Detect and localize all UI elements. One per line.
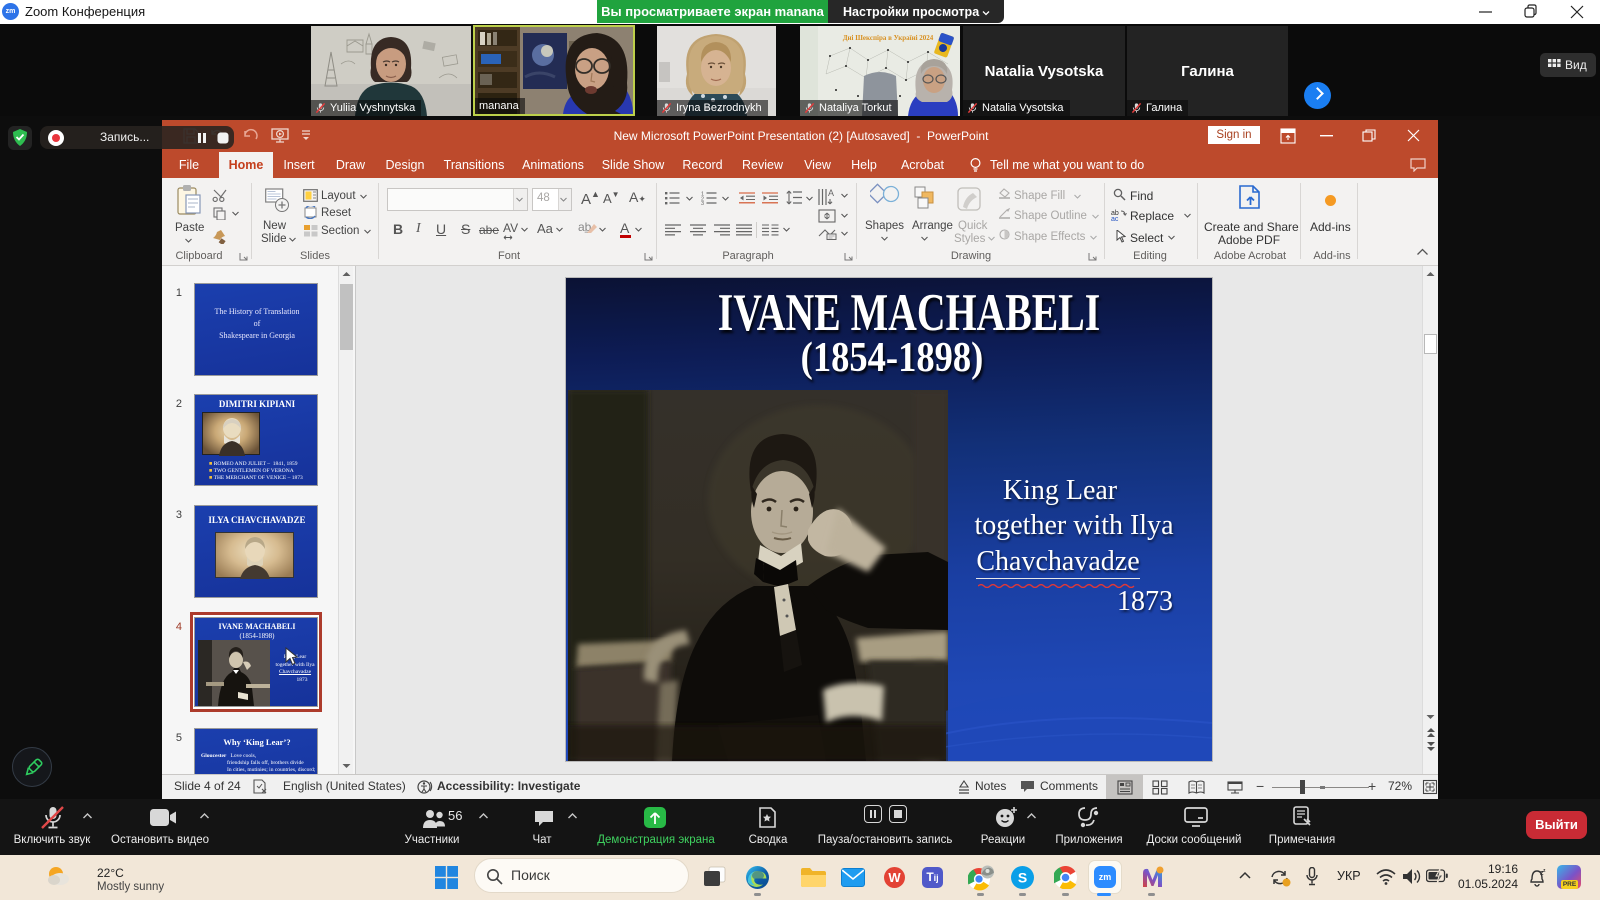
svg-text:S: S (1018, 870, 1027, 886)
svg-text:3: 3 (701, 201, 704, 205)
svg-text:A: A (828, 188, 834, 198)
svg-text:ac: ac (1111, 216, 1119, 221)
svg-text:Дні Шекспіра в Україні 2024: Дні Шекспіра в Україні 2024 (843, 34, 934, 42)
svg-text:z: z (1543, 868, 1546, 874)
